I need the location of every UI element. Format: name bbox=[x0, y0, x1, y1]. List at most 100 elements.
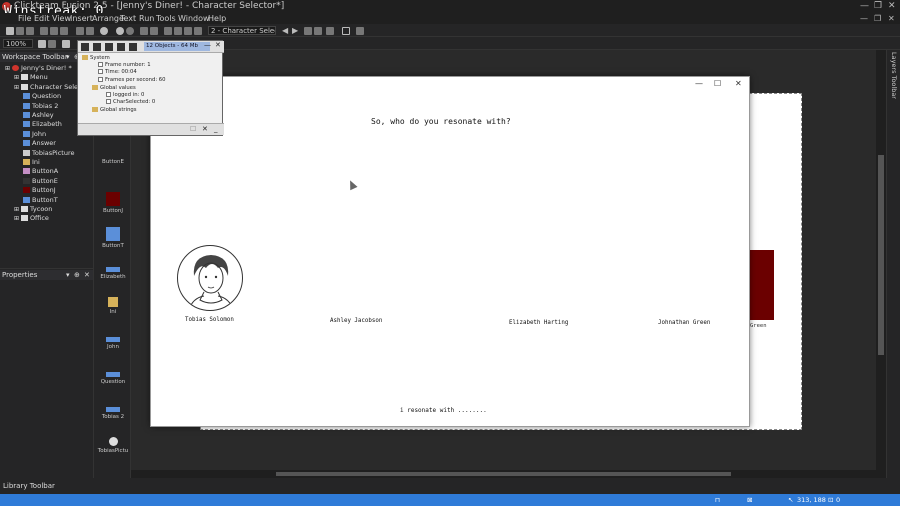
vertical-scroll-thumb[interactable] bbox=[878, 155, 884, 355]
menu-text[interactable]: Text bbox=[120, 13, 136, 24]
tree-item[interactable]: TobiasPicture bbox=[23, 149, 75, 157]
game-restore-icon[interactable]: ☐ bbox=[714, 79, 721, 88]
prev-frame-icon[interactable]: ◀ bbox=[282, 26, 288, 35]
event-list-icon[interactable] bbox=[174, 27, 182, 35]
redo-icon[interactable] bbox=[86, 27, 94, 35]
object-item[interactable]: Tobias 2 bbox=[94, 402, 132, 420]
frame-editor-icon[interactable] bbox=[150, 27, 158, 35]
menu-tools[interactable]: Tools bbox=[156, 13, 176, 24]
debug-remove-icon[interactable]: ✕ bbox=[202, 125, 208, 133]
expand-icon[interactable]: ⊞ bbox=[14, 206, 21, 213]
buttonj-object[interactable] bbox=[749, 250, 774, 320]
menu-edit[interactable]: Edit bbox=[34, 13, 50, 24]
grid-icon[interactable] bbox=[356, 27, 364, 35]
zoom-select[interactable]: 100% bbox=[3, 39, 33, 48]
align2-icon[interactable] bbox=[314, 27, 322, 35]
menu-run[interactable]: Run bbox=[139, 13, 154, 24]
tree-item[interactable]: ButtonE bbox=[23, 177, 58, 185]
frame-icon[interactable] bbox=[342, 27, 350, 35]
run-app-icon[interactable] bbox=[116, 27, 124, 35]
panel-menu-icon[interactable]: ▾ bbox=[66, 52, 70, 62]
game-close-icon[interactable]: ✕ bbox=[735, 79, 742, 88]
properties-pin-icon[interactable]: ⊕ bbox=[74, 270, 80, 280]
debug-close-icon[interactable]: ✕ bbox=[215, 41, 221, 49]
tree-item[interactable]: ButtonT bbox=[23, 196, 58, 204]
tree-item[interactable]: John bbox=[23, 130, 46, 138]
object-item[interactable]: ButtonE bbox=[94, 157, 132, 165]
cut-icon[interactable] bbox=[40, 27, 48, 35]
debug-minimize-icon[interactable]: — bbox=[204, 41, 211, 49]
open-icon[interactable] bbox=[16, 27, 24, 35]
debug-collapse-icon[interactable]: _ bbox=[214, 125, 218, 133]
tree-item[interactable]: Answer bbox=[23, 139, 56, 147]
tree-item[interactable]: Ashley bbox=[23, 111, 54, 119]
menu-help[interactable]: Help bbox=[208, 13, 226, 24]
mdi-restore-icon[interactable]: ❐ bbox=[874, 13, 881, 24]
undo-icon[interactable] bbox=[76, 27, 84, 35]
tree-item[interactable]: ButtonA bbox=[23, 167, 58, 175]
mdi-close-icon[interactable]: ✕ bbox=[888, 13, 895, 24]
storyboard-icon[interactable] bbox=[140, 27, 148, 35]
object-item[interactable]: ButtonT bbox=[94, 227, 132, 249]
new-icon[interactable] bbox=[6, 27, 14, 35]
properties-close-icon[interactable]: ✕ bbox=[84, 270, 90, 280]
snap-icon[interactable] bbox=[38, 40, 46, 48]
restore-icon[interactable]: ❐ bbox=[874, 0, 882, 13]
debug-step-icon[interactable] bbox=[117, 43, 125, 51]
menu-view[interactable]: View bbox=[52, 13, 71, 24]
align-icon[interactable] bbox=[304, 27, 312, 35]
horizontal-scrollbar[interactable] bbox=[131, 470, 886, 478]
grid-setup-icon[interactable] bbox=[48, 40, 56, 48]
tree-item[interactable]: ⊞ Office bbox=[14, 214, 49, 223]
global-strings-node[interactable]: Global strings bbox=[92, 107, 137, 113]
global-values-node[interactable]: Global values bbox=[92, 85, 136, 91]
minimize-icon[interactable]: — bbox=[860, 0, 869, 13]
run-frame-icon[interactable] bbox=[126, 27, 134, 35]
object-item[interactable]: Question bbox=[94, 367, 132, 385]
tree-item[interactable]: ⊞ Tycoon bbox=[14, 205, 52, 214]
tree-item[interactable]: Tobias 2 bbox=[23, 102, 58, 110]
expand-icon[interactable]: ⊞ bbox=[14, 215, 21, 222]
menu-window[interactable]: Window bbox=[178, 13, 210, 24]
event-editor-icon[interactable] bbox=[164, 27, 172, 35]
tree-item[interactable]: ⊞ Jenny's Diner! * bbox=[5, 64, 72, 73]
frame-selector[interactable]: 2 - Character Selecto bbox=[208, 26, 276, 35]
debug-add-icon[interactable]: ☐ bbox=[190, 125, 196, 133]
tree-item[interactable]: Question bbox=[23, 92, 61, 100]
tree-item[interactable]: Elizabeth bbox=[23, 120, 62, 128]
character-tobias[interactable]: Tobias Solomon bbox=[185, 317, 234, 323]
object-item[interactable]: Ini bbox=[94, 297, 132, 315]
library-title[interactable]: Library Toolbar bbox=[3, 482, 55, 490]
character-ashley[interactable]: Ashley Jacobson bbox=[330, 318, 382, 324]
layers-title[interactable]: Layers Toolbar bbox=[890, 52, 898, 99]
tree-item[interactable]: ButtonJ bbox=[23, 186, 56, 194]
menu-insert[interactable]: Insert bbox=[70, 13, 93, 24]
vertical-scrollbar[interactable] bbox=[876, 50, 886, 470]
event-list-editor-icon[interactable] bbox=[194, 27, 202, 35]
object-item[interactable]: Elizabeth bbox=[94, 262, 132, 280]
game-minimize-icon[interactable]: — bbox=[695, 79, 703, 88]
help-icon[interactable] bbox=[100, 27, 108, 35]
horizontal-scroll-thumb[interactable] bbox=[276, 472, 731, 476]
object-item[interactable]: ButtonJ bbox=[94, 192, 132, 214]
save-icon[interactable] bbox=[26, 27, 34, 35]
properties-menu-icon[interactable]: ▾ bbox=[66, 270, 70, 280]
copy-icon[interactable] bbox=[50, 27, 58, 35]
character-elizabeth[interactable]: Elizabeth Harting bbox=[509, 320, 568, 326]
menu-file[interactable]: File bbox=[18, 13, 31, 24]
data-elements-icon[interactable] bbox=[184, 27, 192, 35]
debug-pause-icon[interactable] bbox=[105, 43, 113, 51]
debug-restart-icon[interactable] bbox=[81, 43, 89, 51]
mdi-minimize-icon[interactable]: — bbox=[860, 13, 868, 24]
debug-stop-icon[interactable] bbox=[93, 43, 101, 51]
character-johnathan[interactable]: Johnathan Green bbox=[658, 320, 710, 326]
tobias-avatar[interactable] bbox=[177, 245, 243, 311]
close-icon[interactable]: ✕ bbox=[888, 0, 896, 13]
debug-play-icon[interactable] bbox=[129, 43, 137, 51]
align3-icon[interactable] bbox=[326, 27, 334, 35]
object-item[interactable]: John bbox=[94, 332, 132, 350]
expand-icon[interactable]: ⊞ bbox=[14, 84, 21, 91]
paste-icon[interactable] bbox=[60, 27, 68, 35]
next-frame-icon[interactable]: ▶ bbox=[292, 26, 298, 35]
expand-icon[interactable]: ⊞ bbox=[14, 74, 21, 81]
